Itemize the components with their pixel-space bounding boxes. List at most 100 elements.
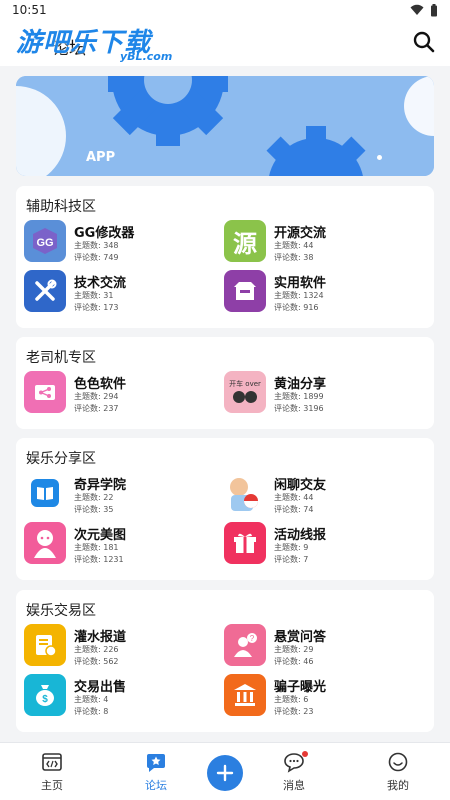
search-icon[interactable] [412, 30, 436, 54]
topic-count: 主题数: 44 [274, 493, 314, 502]
board-name: 活动线报 [274, 528, 327, 543]
tools-icon [24, 270, 66, 312]
section-entertainment-trade: 娱乐交易区 灌水报道 主题数: 226 评论数: 562 ? 悬赏问答 主题数:… [16, 590, 434, 732]
question-user-icon: ? [224, 624, 266, 666]
board-item-galgame-share[interactable]: 开车 over 黄油分享 主题数: 1899 评论数: 3196 [224, 371, 414, 415]
wifi-icon [410, 4, 424, 15]
board-name: 灌水报道 [74, 630, 127, 645]
topic-count: 主题数: 348 [74, 241, 119, 250]
topic-count: 主题数: 6 [274, 695, 309, 704]
section-assist-tech: 辅助科技区 GG GG修改器 主题数: 348 评论数: 749 源 开源交流 … [16, 186, 434, 328]
share-folder-icon [24, 371, 66, 413]
topic-count: 主题数: 4 [74, 695, 109, 704]
board-item-trade-sell[interactable]: $ 交易出售 主题数: 4 评论数: 8 [24, 674, 214, 718]
svg-text:$: $ [42, 694, 48, 705]
box-icon [224, 270, 266, 312]
nav-home[interactable]: 主页 [22, 751, 82, 793]
comment-count: 评论数: 916 [274, 303, 319, 312]
topic-count: 主题数: 22 [74, 493, 114, 502]
bottom-navigation: 主页 论坛 消息 我的 [0, 742, 450, 800]
book-icon [24, 472, 66, 514]
board-name: 次元美图 [74, 528, 127, 543]
meme-caption: 开车 over [229, 380, 261, 388]
nav-home-label: 主页 [41, 779, 63, 792]
money-bag-icon: $ [24, 674, 66, 716]
courthouse-icon [224, 674, 266, 716]
document-clock-icon [24, 624, 66, 666]
board-name: 黄油分享 [274, 377, 327, 392]
watermark-sub-text: yBL.com [120, 50, 173, 63]
board-name: 交易出售 [74, 680, 127, 695]
board-name: GG修改器 [74, 226, 135, 241]
comment-count: 评论数: 38 [274, 253, 314, 262]
board-item-bounty-qa[interactable]: ? 悬赏问答 主题数: 29 评论数: 46 [224, 624, 414, 668]
section-entertainment-share: 娱乐分享区 奇异学院 主题数: 22 评论数: 35 闲聊交友 主题数: 44 … [16, 438, 434, 580]
topic-count: 主题数: 1899 [274, 392, 324, 401]
board-name: 实用软件 [274, 276, 327, 291]
topic-count: 主题数: 294 [74, 392, 119, 401]
comment-count: 评论数: 8 [74, 707, 109, 716]
gift-icon [224, 522, 266, 564]
board-name: 奇异学院 [74, 478, 127, 493]
plus-icon [216, 764, 234, 782]
nav-mine-label: 我的 [387, 779, 409, 792]
banner-carousel[interactable]: APP [16, 76, 434, 176]
status-bar: 10:51 [0, 0, 450, 20]
nav-forum[interactable]: 论坛 [126, 751, 186, 793]
board-item-utility[interactable]: 实用软件 主题数: 1324 评论数: 916 [224, 270, 414, 314]
board-name: 闲聊交友 [274, 478, 327, 493]
smiley-profile-icon [388, 752, 408, 772]
status-time: 10:51 [12, 3, 47, 17]
source-glyph: 源 [233, 229, 257, 258]
topic-count: 主题数: 1324 [274, 291, 324, 300]
nav-mine[interactable]: 我的 [368, 751, 428, 793]
nav-messages-label: 消息 [283, 779, 305, 792]
board-item-water-report[interactable]: 灌水报道 主题数: 226 评论数: 562 [24, 624, 214, 668]
comment-count: 评论数: 23 [274, 707, 314, 716]
anime-girl-icon [24, 522, 66, 564]
meme-image-icon: 开车 over [224, 371, 266, 413]
section-veteran-zone: 老司机专区 色色软件 主题数: 294 评论数: 237 开车 over 黄油分… [16, 337, 434, 429]
comment-count: 评论数: 562 [74, 657, 119, 666]
watermark-logo: 游吧乐下载 yBL.com [16, 22, 172, 63]
comment-count: 评论数: 35 [74, 505, 114, 514]
code-window-icon [42, 753, 62, 771]
board-item-academy[interactable]: 奇异学院 主题数: 22 评论数: 35 [24, 472, 214, 516]
board-name: 开源交流 [274, 226, 327, 241]
header: 论坛 游吧乐下载 yBL.com [0, 20, 450, 66]
board-item-tech[interactable]: 技术交流 主题数: 31 评论数: 173 [24, 270, 214, 314]
comment-count: 评论数: 749 [74, 253, 119, 262]
board-item-scam-expose[interactable]: 骗子曝光 主题数: 6 评论数: 23 [224, 674, 414, 718]
topic-count: 主题数: 226 [74, 645, 119, 654]
board-item-anime-pictures[interactable]: 次元美图 主题数: 181 评论数: 1231 [24, 522, 214, 566]
board-item-color-software[interactable]: 色色软件 主题数: 294 评论数: 237 [24, 371, 214, 415]
board-name: 色色软件 [74, 377, 127, 392]
board-item-chat[interactable]: 闲聊交友 主题数: 44 评论数: 74 [224, 472, 414, 516]
comment-count: 评论数: 1231 [74, 555, 124, 564]
banner-text: APP [86, 150, 116, 165]
board-item-open-source[interactable]: 源 开源交流 主题数: 44 评论数: 38 [224, 220, 414, 264]
topic-count: 主题数: 44 [274, 241, 314, 250]
nav-forum-label: 论坛 [145, 779, 167, 792]
anime-character-icon [224, 472, 266, 514]
topic-count: 主题数: 9 [274, 543, 309, 552]
nav-messages[interactable]: 消息 [264, 751, 324, 793]
status-icons [410, 3, 438, 17]
comment-count: 评论数: 74 [274, 505, 314, 514]
topic-count: 主题数: 29 [274, 645, 314, 654]
add-post-button[interactable] [207, 755, 243, 791]
topic-count: 主题数: 31 [74, 291, 114, 300]
board-item-gg-modifier[interactable]: GG GG修改器 主题数: 348 评论数: 749 [24, 220, 214, 264]
section-title: 辅助科技区 [26, 199, 96, 215]
comment-count: 评论数: 46 [274, 657, 314, 666]
board-item-events[interactable]: 活动线报 主题数: 9 评论数: 7 [224, 522, 414, 566]
comment-count: 评论数: 7 [274, 555, 309, 564]
topic-count: 主题数: 181 [74, 543, 119, 552]
source-glyph-icon: 源 [224, 220, 266, 262]
notification-dot [302, 751, 308, 757]
svg-text:GG: GG [36, 237, 53, 249]
comment-count: 评论数: 3196 [274, 404, 324, 413]
svg-text:?: ? [250, 634, 255, 643]
star-chat-icon [147, 754, 165, 772]
comment-count: 评论数: 173 [74, 303, 119, 312]
